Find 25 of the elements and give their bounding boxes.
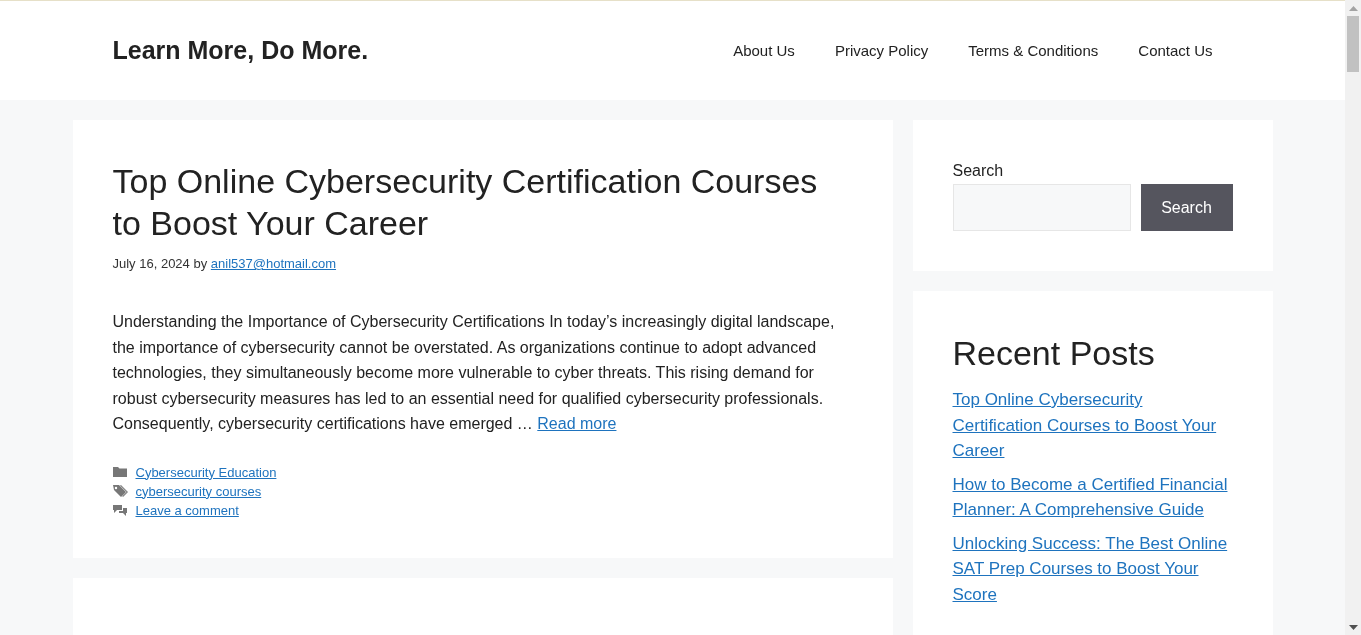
byline-text: by	[193, 256, 208, 271]
recent-post-link[interactable]: How to Become a Certified Financial Planner: A Comprehensive Guide	[952, 471, 1233, 523]
widget-title: Recent Posts	[952, 334, 1156, 373]
read-more-link[interactable]: Read more	[537, 415, 617, 432]
search-field[interactable]	[952, 184, 1131, 231]
tag-link[interactable]: cybersecurity courses	[135, 483, 262, 499]
comments-link[interactable]: Leave a comment	[135, 502, 239, 518]
folder-icon	[112, 465, 128, 479]
nav-link[interactable]: Terms & Conditions	[948, 40, 1119, 61]
recent-post-link[interactable]: Top Online Cybersecurity Certification Courses to Boost Your Career	[952, 387, 1233, 464]
search-button[interactable]: Search	[1140, 184, 1233, 231]
tag-icon	[112, 484, 128, 498]
category-link[interactable]: Cybersecurity Education	[135, 464, 277, 480]
author-link[interactable]: anil537@hotmail.com	[210, 256, 337, 271]
recent-post-link[interactable]: Unlocking Success: The Best Online SAT Prep Courses to Boost Your Score	[952, 530, 1233, 607]
site-title[interactable]: Learn More, Do More.	[112, 36, 369, 65]
scrollbar-thumb[interactable]	[1347, 16, 1359, 72]
comments-icon	[112, 503, 128, 517]
search-label: Search	[952, 162, 1005, 180]
post-title[interactable]: Top Online Cybersecurity Certification Courses to Boost Your Career	[112, 160, 853, 244]
nav-link[interactable]: Contact Us	[1118, 40, 1233, 61]
post-excerpt: Understanding the Importance of Cybersecurity Certifications In today’s increasingly digital landscape, the importance of cybersecurity cannot be overstated. As organizations continue to adopt advanced technologies, they simultaneously become more vulnerable to cyber threats. This rising demand for robust cybersecurity measures has led to an essential need for qualified cybersecurity professionals. Consequently, cybersecurity certifications have emerged … Read more	[112, 312, 836, 434]
nav-link[interactable]: About Us	[713, 40, 815, 61]
nav-link[interactable]: Privacy Policy	[814, 40, 949, 61]
post-date: July 16, 2024	[112, 256, 190, 271]
